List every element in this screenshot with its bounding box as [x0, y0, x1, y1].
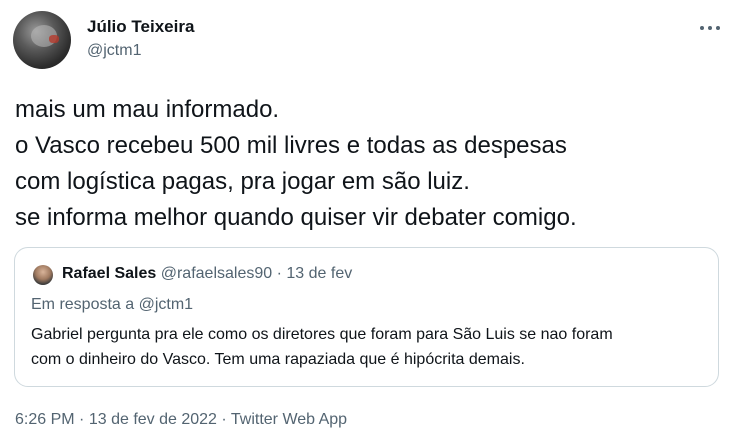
reply-to-label: Em resposta a @jctm1 — [31, 296, 194, 313]
tweet-line: se informa melhor quando quiser vir deba… — [15, 204, 577, 231]
dot — [716, 26, 720, 30]
separator: · — [79, 411, 85, 428]
author-handle[interactable]: @jctm1 — [87, 42, 141, 60]
tweet-source-link[interactable]: Twitter Web App — [231, 411, 347, 428]
more-options-icon[interactable] — [693, 16, 727, 40]
quoted-tweet-line: Gabriel pergunta pra ele como os diretor… — [31, 326, 613, 343]
quoted-tweet-line: com o dinheiro do Vasco. Tem uma rapazia… — [31, 351, 525, 368]
quoted-tweet[interactable]: Rafael Sales @rafaelsales90 · 13 de fev … — [14, 247, 719, 387]
avatar-accent — [49, 35, 59, 43]
tweet-metadata: 6:26 PM · 13 de fev de 2022 · Twitter We… — [15, 411, 347, 429]
quoted-tweet-date: 13 de fev — [286, 265, 353, 282]
separator: · — [221, 411, 227, 428]
tweet-text: mais um mau informado. o Vasco recebeu 5… — [15, 92, 715, 236]
dot — [700, 26, 704, 30]
quoted-author-name: Rafael Sales — [62, 265, 157, 282]
dot — [708, 26, 712, 30]
tweet-time-link[interactable]: 6:26 PM — [15, 411, 75, 428]
tweet-date-link[interactable]: 13 de fev de 2022 — [89, 411, 217, 428]
quoted-tweet-text: Gabriel pergunta pra ele como os diretor… — [31, 322, 711, 372]
quoted-author-avatar — [33, 265, 53, 285]
author-name[interactable]: Júlio Teixeira — [87, 17, 194, 37]
quoted-author-handle: @rafaelsales90 — [160, 265, 273, 282]
tweet-line: mais um mau informado. — [15, 96, 280, 123]
tweet-line: o Vasco recebeu 500 mil livres e todas a… — [15, 132, 567, 159]
tweet-line: com logística pagas, pra jogar em são lu… — [15, 168, 470, 195]
author-avatar[interactable] — [13, 11, 71, 69]
separator: · — [276, 265, 282, 282]
quoted-tweet-header: Rafael Sales @rafaelsales90 · 13 de fev — [62, 265, 352, 283]
